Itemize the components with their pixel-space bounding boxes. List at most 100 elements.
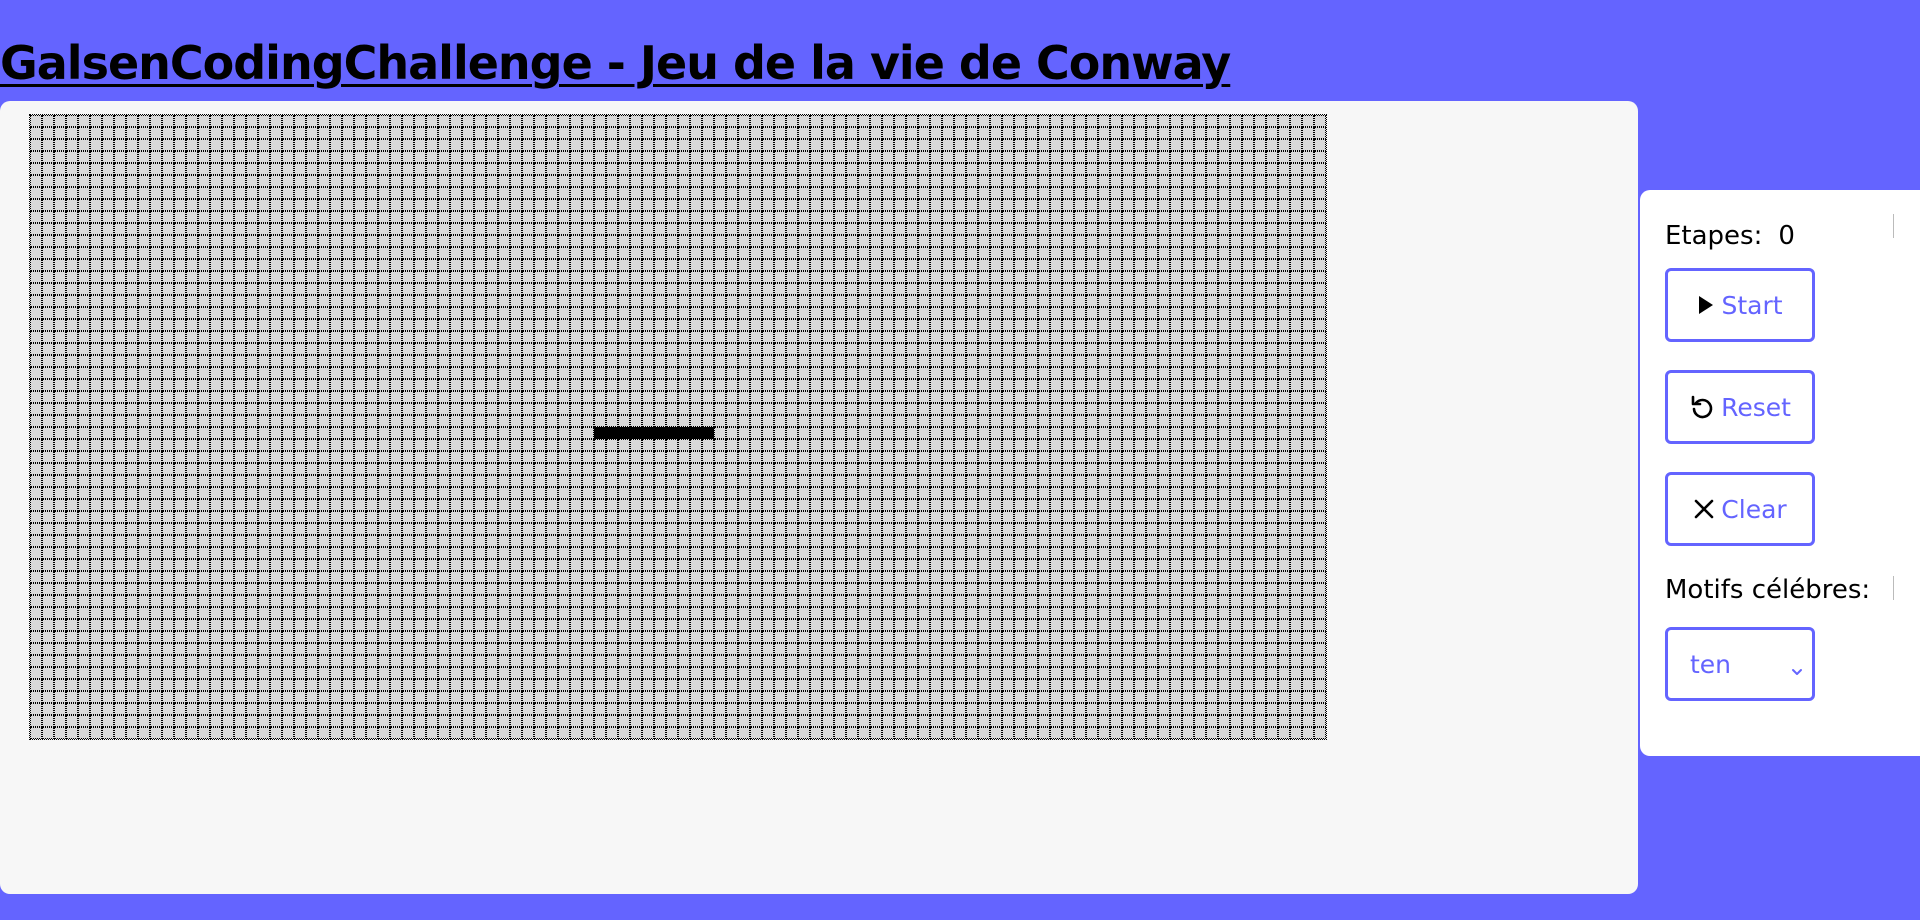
grid-cell[interactable] <box>1050 199 1062 211</box>
grid-cell[interactable] <box>1194 319 1206 331</box>
grid-cell[interactable] <box>714 283 726 295</box>
grid-cell[interactable] <box>954 475 966 487</box>
grid-cell[interactable] <box>246 343 258 355</box>
grid-cell[interactable] <box>354 307 366 319</box>
grid-cell[interactable] <box>978 475 990 487</box>
grid-cell[interactable] <box>78 151 90 163</box>
grid-cell[interactable] <box>42 187 54 199</box>
grid-cell[interactable] <box>1134 199 1146 211</box>
grid-cell[interactable] <box>798 487 810 499</box>
grid-cell[interactable] <box>1062 283 1074 295</box>
grid-cell[interactable] <box>426 583 438 595</box>
grid-cell[interactable] <box>810 127 822 139</box>
grid-cell[interactable] <box>594 475 606 487</box>
grid-cell[interactable] <box>198 631 210 643</box>
grid-cell[interactable] <box>810 559 822 571</box>
grid-cell[interactable] <box>90 139 102 151</box>
grid-cell[interactable] <box>1302 643 1314 655</box>
grid-cell[interactable] <box>258 163 270 175</box>
grid-cell[interactable] <box>570 151 582 163</box>
grid-cell[interactable] <box>402 247 414 259</box>
grid-cell[interactable] <box>198 439 210 451</box>
grid-cell[interactable] <box>90 571 102 583</box>
grid-cell[interactable] <box>426 163 438 175</box>
grid-cell[interactable] <box>102 223 114 235</box>
grid-cell[interactable] <box>1098 547 1110 559</box>
grid-cell[interactable] <box>150 307 162 319</box>
grid-cell[interactable] <box>1086 307 1098 319</box>
grid-cell[interactable] <box>570 511 582 523</box>
grid-cell[interactable] <box>462 643 474 655</box>
grid-cell[interactable] <box>414 127 426 139</box>
grid-cell[interactable] <box>1206 475 1218 487</box>
grid-cell[interactable] <box>978 175 990 187</box>
grid-cell[interactable] <box>618 391 630 403</box>
grid-cell[interactable] <box>906 523 918 535</box>
grid-cell[interactable] <box>414 643 426 655</box>
grid-cell[interactable] <box>1302 583 1314 595</box>
grid-cell[interactable] <box>486 343 498 355</box>
grid-cell[interactable] <box>282 655 294 667</box>
grid-cell[interactable] <box>798 523 810 535</box>
grid-cell[interactable] <box>150 151 162 163</box>
grid-cell[interactable] <box>1062 379 1074 391</box>
grid-cell[interactable] <box>1314 619 1326 631</box>
grid-cell[interactable] <box>1182 379 1194 391</box>
grid-cell[interactable] <box>78 619 90 631</box>
grid-cell[interactable] <box>954 223 966 235</box>
grid-cell[interactable] <box>870 631 882 643</box>
grid-cell[interactable] <box>606 163 618 175</box>
grid-cell[interactable] <box>186 607 198 619</box>
grid-cell[interactable] <box>750 319 762 331</box>
grid-cell[interactable] <box>738 115 750 127</box>
grid-cell[interactable] <box>222 331 234 343</box>
grid-cell[interactable] <box>774 367 786 379</box>
grid-cell[interactable] <box>906 283 918 295</box>
grid-cell[interactable] <box>1314 655 1326 667</box>
grid-cell[interactable] <box>1134 343 1146 355</box>
grid-cell[interactable] <box>1290 283 1302 295</box>
grid-cell[interactable] <box>798 379 810 391</box>
grid-cell[interactable] <box>1038 259 1050 271</box>
grid-cell[interactable] <box>1062 367 1074 379</box>
grid-cell[interactable] <box>774 571 786 583</box>
grid-cell[interactable] <box>534 343 546 355</box>
grid-cell[interactable] <box>918 211 930 223</box>
grid-cell[interactable] <box>1314 199 1326 211</box>
grid-cell[interactable] <box>750 607 762 619</box>
grid-cell[interactable] <box>126 331 138 343</box>
grid-cell[interactable] <box>1158 643 1170 655</box>
grid-cell[interactable] <box>774 271 786 283</box>
grid-cell[interactable] <box>846 187 858 199</box>
grid-cell[interactable] <box>1026 271 1038 283</box>
grid-cell[interactable] <box>546 523 558 535</box>
grid-cell[interactable] <box>138 247 150 259</box>
grid-cell[interactable] <box>594 571 606 583</box>
grid-cell[interactable] <box>702 139 714 151</box>
grid-cell[interactable] <box>522 139 534 151</box>
grid-cell[interactable] <box>474 511 486 523</box>
grid-cell[interactable] <box>870 307 882 319</box>
grid-cell[interactable] <box>1050 571 1062 583</box>
grid-cell[interactable] <box>210 247 222 259</box>
grid-cell[interactable] <box>918 307 930 319</box>
grid-cell[interactable] <box>390 415 402 427</box>
grid-cell[interactable] <box>522 523 534 535</box>
grid-cell[interactable] <box>1014 319 1026 331</box>
grid-cell[interactable] <box>198 667 210 679</box>
grid-cell[interactable] <box>246 403 258 415</box>
grid-cell[interactable] <box>258 631 270 643</box>
grid-cell[interactable] <box>450 547 462 559</box>
grid-cell[interactable] <box>1122 283 1134 295</box>
grid-cell[interactable] <box>1182 343 1194 355</box>
grid-cell[interactable] <box>90 511 102 523</box>
grid-cell[interactable] <box>1038 247 1050 259</box>
grid-cell[interactable] <box>1182 259 1194 271</box>
grid-cell[interactable] <box>150 115 162 127</box>
grid-cell[interactable] <box>1062 295 1074 307</box>
grid-cell[interactable] <box>570 463 582 475</box>
grid-cell[interactable] <box>294 523 306 535</box>
grid-cell[interactable] <box>1146 619 1158 631</box>
grid-cell[interactable] <box>54 427 66 439</box>
grid-cell[interactable] <box>126 115 138 127</box>
